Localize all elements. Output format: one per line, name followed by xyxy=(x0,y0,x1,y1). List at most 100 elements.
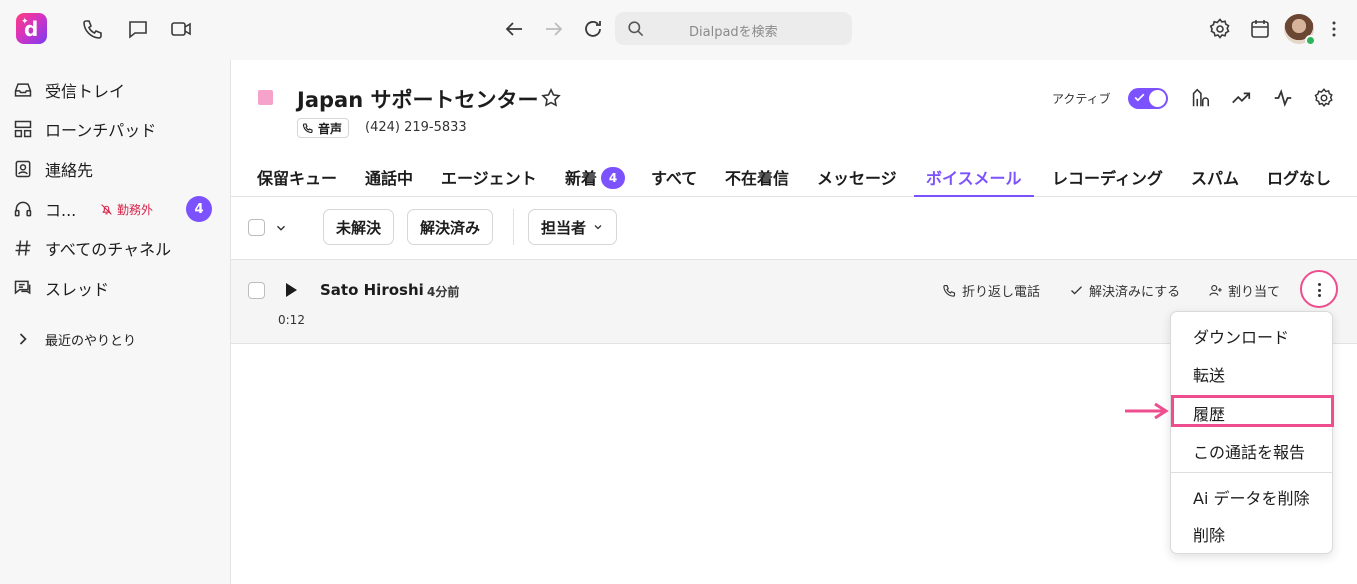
mark-resolved-label: 解決済みにする xyxy=(1089,285,1181,300)
more-options-button[interactable] xyxy=(1300,270,1338,308)
sidebar-item-label: 最近のやりとり xyxy=(45,333,137,349)
select-all-checkbox[interactable] xyxy=(248,219,265,236)
phone-small-icon xyxy=(302,123,313,134)
voicemail-duration: 0:12 xyxy=(278,313,305,327)
row-checkbox[interactable] xyxy=(248,282,265,299)
settings-gear-icon[interactable] xyxy=(1208,17,1232,41)
sidebar-item-recent[interactable]: 最近のやりとり xyxy=(0,321,231,357)
unresolved-filter-button[interactable]: 未解決 xyxy=(323,209,395,245)
message-icon[interactable] xyxy=(126,17,150,41)
page-title: Japan サポートセンター xyxy=(297,88,539,112)
sidebar-item-inbox[interactable]: 受信トレイ xyxy=(0,72,231,108)
user-avatar[interactable] xyxy=(1284,14,1316,46)
more-options-menu: ダウンロード 転送 履歴 この通話を報告 Ai データを削除 削除 xyxy=(1170,311,1333,554)
search-placeholder: Dialpadを検索 xyxy=(689,25,778,40)
forward-arrow-icon[interactable] xyxy=(542,17,566,41)
calendar-icon[interactable] xyxy=(1248,17,1272,41)
phone-icon xyxy=(943,284,956,297)
active-label: アクティブ xyxy=(1052,92,1111,106)
menu-item-report-call[interactable]: この通話を報告 xyxy=(1193,439,1305,463)
headset-icon xyxy=(13,199,33,219)
sidebar-item-label: コ... xyxy=(45,201,77,220)
off-duty-status: 勤務外 xyxy=(100,201,153,218)
star-icon[interactable] xyxy=(540,87,562,109)
assignee-filter-button[interactable]: 担当者 xyxy=(528,209,618,245)
contacts-icon xyxy=(13,159,33,179)
divider xyxy=(513,209,514,245)
add-person-icon xyxy=(1209,284,1222,296)
active-toggle[interactable] xyxy=(1128,88,1168,109)
call-back-button[interactable]: 折り返し電話 xyxy=(942,281,1040,300)
tab-on-call[interactable]: 通話中 xyxy=(365,165,413,197)
sidebar-item-label: スレッド xyxy=(45,280,110,299)
department-settings-icon[interactable] xyxy=(1313,87,1335,109)
refresh-icon[interactable] xyxy=(581,17,605,41)
off-duty-label: 勤務外 xyxy=(117,202,154,217)
time-ago: 4分前 xyxy=(427,285,460,299)
pointer-arrow-icon xyxy=(1125,402,1169,420)
chevron-right-icon xyxy=(13,329,33,349)
threads-icon xyxy=(13,278,33,298)
phone-icon[interactable] xyxy=(81,17,105,41)
tab-agents[interactable]: エージェント xyxy=(441,165,537,197)
sidebar-item-label: 連絡先 xyxy=(45,161,94,180)
video-icon[interactable] xyxy=(169,17,193,41)
top-bar: ✦ d Dialpadを検索 xyxy=(0,0,1357,60)
assignee-label: 担当者 xyxy=(541,218,587,237)
hash-icon xyxy=(13,238,33,258)
search-icon xyxy=(626,19,645,38)
bell-off-icon xyxy=(101,203,112,215)
menu-item-download[interactable]: ダウンロード xyxy=(1193,324,1289,348)
play-icon[interactable] xyxy=(284,282,298,298)
tab-voicemail[interactable]: ボイスメール xyxy=(914,165,1034,197)
launchpad-icon xyxy=(13,119,33,139)
menu-item-transfer[interactable]: 転送 xyxy=(1193,362,1225,386)
more-vertical-icon xyxy=(1318,283,1322,300)
voice-label: 音声 xyxy=(318,121,343,136)
tab-no-log[interactable]: ログなし xyxy=(1267,165,1331,197)
caller-name[interactable]: Sato Hiroshi xyxy=(320,281,424,299)
menu-item-delete[interactable]: 削除 xyxy=(1193,522,1225,546)
trend-up-icon[interactable] xyxy=(1230,87,1252,109)
tab-recordings[interactable]: レコーディング xyxy=(1052,165,1163,197)
sidebar-item-launchpad[interactable]: ローンチパッド xyxy=(0,111,231,147)
tab-new-label: 新着 xyxy=(565,169,598,188)
filter-bar: 未解決 解決済み 担当者 xyxy=(231,197,1357,260)
back-arrow-icon[interactable] xyxy=(502,17,526,41)
routing-icon[interactable] xyxy=(1189,87,1211,109)
sidebar-item-label: すべてのチャネル xyxy=(45,240,172,259)
search-bar[interactable]: Dialpadを検索 xyxy=(615,12,852,45)
tab-hold-queue[interactable]: 保留キュー xyxy=(257,165,337,197)
inbox-icon xyxy=(13,80,33,100)
resolved-filter-button[interactable]: 解決済み xyxy=(407,209,494,245)
dialpad-logo[interactable]: ✦ d xyxy=(16,13,47,44)
tab-new[interactable]: 新着 4 xyxy=(565,165,626,197)
department-phone-number: (424) 219-5833 xyxy=(365,120,467,135)
sidebar-item-all-channels[interactable]: すべてのチャネル xyxy=(0,230,231,266)
sidebar-item-label: 受信トレイ xyxy=(45,82,126,101)
activity-icon[interactable] xyxy=(1272,87,1294,109)
chevron-down-icon[interactable] xyxy=(274,221,288,235)
tab-bar: 保留キュー 通話中 エージェント 新着 4 すべて 不在着信 メッセージ ボイスメ… xyxy=(231,160,1357,197)
tab-missed[interactable]: 不在着信 xyxy=(725,165,789,197)
sidebar-item-contacts[interactable]: 連絡先 xyxy=(0,151,231,187)
department-color-square xyxy=(258,90,273,105)
assign-label: 割り当て xyxy=(1228,285,1281,300)
mark-resolved-button[interactable]: 解決済みにする xyxy=(1069,281,1180,300)
tab-new-badge: 4 xyxy=(601,167,626,189)
menu-divider xyxy=(1171,472,1332,473)
online-status-dot xyxy=(1305,35,1316,46)
voice-tag: 音声 xyxy=(297,118,350,138)
assign-button[interactable]: 割り当て xyxy=(1208,281,1280,300)
tab-spam[interactable]: スパム xyxy=(1191,165,1239,197)
sidebar-item-threads[interactable]: スレッド xyxy=(0,270,231,306)
tab-messages[interactable]: メッセージ xyxy=(817,165,897,197)
menu-item-delete-ai-data[interactable]: Ai データを削除 xyxy=(1193,485,1309,509)
call-back-label: 折り返し電話 xyxy=(962,285,1041,300)
count-badge: 4 xyxy=(186,196,212,222)
more-vertical-icon[interactable] xyxy=(1322,17,1346,41)
tab-all[interactable]: すべて xyxy=(651,165,697,197)
check-icon xyxy=(1133,91,1146,104)
sidebar-item-contact-center[interactable]: コ... 勤務外 4 xyxy=(0,191,231,227)
chevron-down-icon xyxy=(594,225,602,230)
